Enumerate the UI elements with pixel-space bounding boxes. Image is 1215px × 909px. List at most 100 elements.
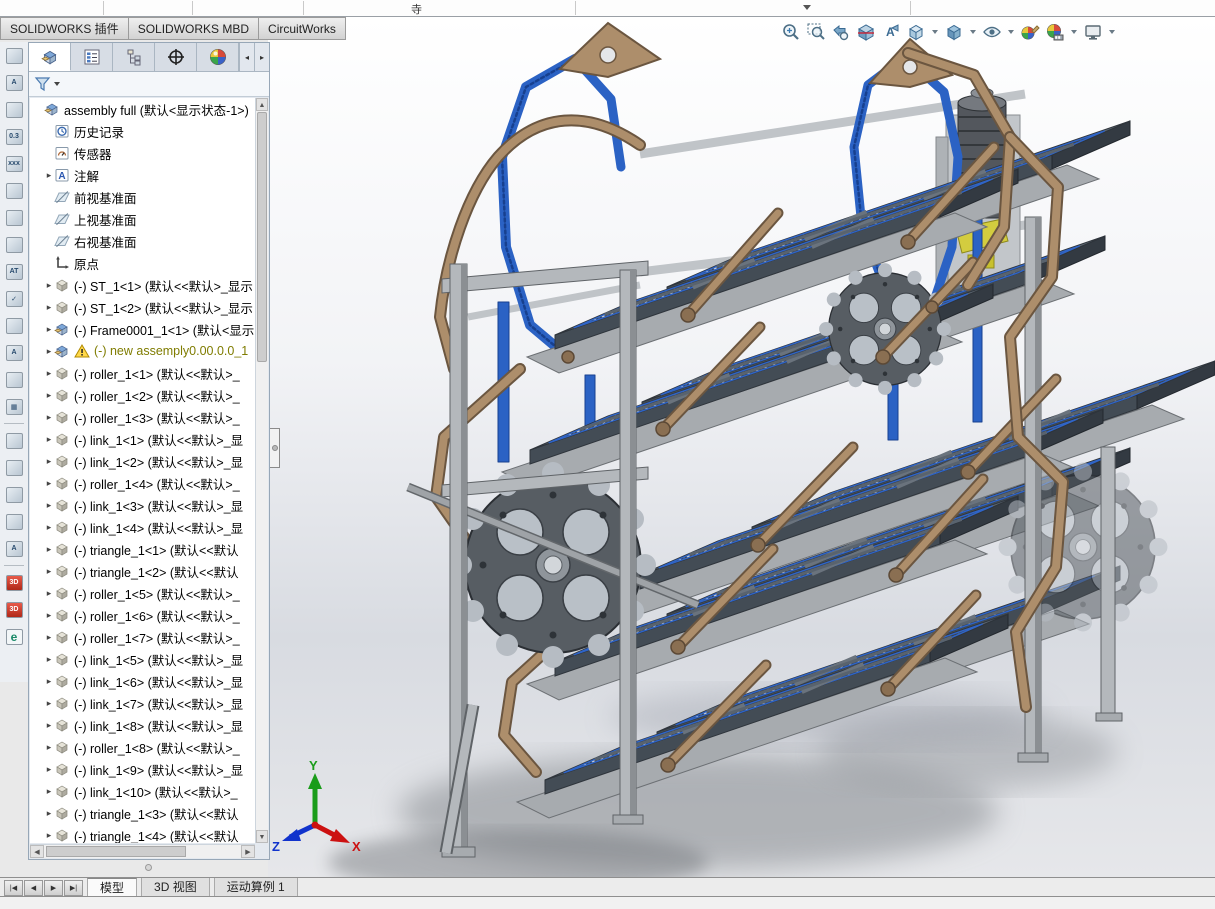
expand-arrow-icon[interactable]: ▸ xyxy=(44,170,54,181)
tolerance-tool-icon[interactable]: 0.3 xyxy=(0,123,28,150)
panel-splitter-handle[interactable] xyxy=(270,428,280,468)
tree-row[interactable]: ▸(-) roller_1<3> (默认<<默认>_ xyxy=(30,406,255,428)
panel-collapse-dot[interactable] xyxy=(145,864,152,871)
propertymanager-tab[interactable] xyxy=(71,43,113,71)
scroll-right-button[interactable]: ▶ xyxy=(241,845,255,858)
tree-row[interactable]: ▸(-) link_1<3> (默认<<默认>_显 xyxy=(30,494,255,516)
tree-row[interactable]: ▸(-) roller_1<5> (默认<<默认>_ xyxy=(30,582,255,604)
view-settings-button[interactable] xyxy=(1082,21,1104,43)
edrawings-publish-tool-icon[interactable]: e xyxy=(0,623,28,650)
view-orientation-caret[interactable] xyxy=(932,30,938,34)
dimxpertmanager-tab[interactable] xyxy=(155,43,197,71)
expand-arrow-icon[interactable]: ▸ xyxy=(44,544,54,555)
callout-tool-icon[interactable]: AT xyxy=(0,258,28,285)
displaymanager-tab[interactable] xyxy=(197,43,239,71)
tree-row[interactable]: ▸(-) link_1<8> (默认<<默认>_显 xyxy=(30,714,255,736)
tree-row[interactable]: ▸(-) ST_1<1> (默认<<默认>_显示 xyxy=(30,274,255,296)
stopwatch-tool-icon[interactable] xyxy=(0,96,28,123)
view-orientation-button[interactable] xyxy=(905,21,927,43)
tree-row[interactable]: ▸(-) roller_1<8> (默认<<默认>_ xyxy=(30,736,255,758)
command-tab-0[interactable]: SOLIDWORKS 插件 xyxy=(0,17,129,40)
tree-row[interactable]: ▸(-) roller_1<4> (默认<<默认>_ xyxy=(30,472,255,494)
tree-row[interactable]: 历史记录 xyxy=(30,120,255,142)
expand-arrow-icon[interactable]: ▸ xyxy=(44,786,54,797)
tree-row[interactable]: ▸(-) link_1<2> (默认<<默认>_显 xyxy=(30,450,255,472)
expand-arrow-icon[interactable]: ▸ xyxy=(44,280,54,291)
tree-row[interactable]: ▸(-) triangle_1<2> (默认<<默认 xyxy=(30,560,255,582)
cube-note-tool-icon[interactable] xyxy=(0,508,28,535)
panel-tab-scroll-right[interactable]: ▸ xyxy=(254,43,269,71)
expand-arrow-icon[interactable]: ▸ xyxy=(44,500,54,511)
document-tab-0[interactable]: 模型 xyxy=(87,878,137,896)
dimension-xxx-tool-icon[interactable]: xxx xyxy=(0,150,28,177)
expand-arrow-icon[interactable]: ▸ xyxy=(44,720,54,731)
expand-arrow-icon[interactable]: ▸ xyxy=(44,742,54,753)
expand-arrow-icon[interactable]: ▸ xyxy=(44,808,54,819)
3d-model-canvas[interactable]: Y X Z xyxy=(268,17,1215,878)
expand-arrow-icon[interactable]: ▸ xyxy=(44,632,54,643)
command-tab-2[interactable]: CircuitWorks xyxy=(259,17,346,40)
tree-row[interactable]: ▸(-) roller_1<2> (默认<<默认>_ xyxy=(30,384,255,406)
command-tab-1[interactable]: SOLIDWORKS MBD xyxy=(129,17,259,40)
scroll-left-button[interactable]: ◀ xyxy=(30,845,44,858)
display-style-button[interactable] xyxy=(943,21,965,43)
vertical-scroll-thumb[interactable] xyxy=(257,112,267,362)
tree-row[interactable]: ▸(-) link_1<1> (默认<<默认>_显 xyxy=(30,428,255,450)
document-tab-2[interactable]: 运动算例 1 xyxy=(214,878,298,896)
expand-arrow-icon[interactable]: ▸ xyxy=(44,434,54,445)
previous-view-button[interactable] xyxy=(830,21,852,43)
publish-3d-pdf-tool-icon[interactable]: 3D xyxy=(0,569,28,596)
tree-row[interactable]: ▸(-) triangle_1<1> (默认<<默认 xyxy=(30,538,255,560)
graphics-viewport[interactable]: Y X Z A xyxy=(268,17,1215,878)
table-tool-icon[interactable]: ▦ xyxy=(0,393,28,420)
view-settings-caret[interactable] xyxy=(1109,30,1115,34)
note-tool-icon[interactable]: A xyxy=(0,69,28,96)
zoom-to-area-button[interactable] xyxy=(805,21,827,43)
tree-vertical-scrollbar[interactable]: ▲ ▼ xyxy=(255,98,268,843)
scroll-down-button[interactable]: ▼ xyxy=(256,830,268,843)
apply-scene-caret[interactable] xyxy=(1071,30,1077,34)
tree-row[interactable]: 上视基准面 xyxy=(30,208,255,230)
expand-arrow-icon[interactable]: ▸ xyxy=(44,412,54,423)
check-tool-icon[interactable]: ✓ xyxy=(0,285,28,312)
capture-view-tool-icon[interactable] xyxy=(0,427,28,454)
edit-appearance-button[interactable] xyxy=(1019,21,1041,43)
tree-row[interactable]: ▸A注解 xyxy=(30,164,255,186)
horizontal-scroll-thumb[interactable] xyxy=(46,846,186,857)
hide-show-items-button[interactable] xyxy=(981,21,1003,43)
expand-arrow-icon[interactable]: ▸ xyxy=(44,522,54,533)
expand-arrow-icon[interactable]: ▸ xyxy=(44,676,54,687)
filter-funnel-icon[interactable] xyxy=(34,75,52,93)
expand-arrow-icon[interactable]: ▸ xyxy=(44,566,54,577)
expand-arrow-icon[interactable]: ▸ xyxy=(44,346,54,357)
edit-annotation-tool-icon[interactable]: A xyxy=(0,535,28,562)
menu-dropdown-caret[interactable] xyxy=(803,5,811,10)
filter-caret-icon[interactable] xyxy=(54,82,60,86)
tree-row[interactable]: ▸(-) triangle_1<4> (默认<<默认 xyxy=(30,824,255,843)
section-view-button[interactable] xyxy=(855,21,877,43)
tree-row[interactable]: ▸(-) link_1<9> (默认<<默认>_显 xyxy=(30,758,255,780)
tree-row[interactable]: ▸(-) Frame0001_1<1> (默认<显示 xyxy=(30,318,255,340)
expand-arrow-icon[interactable]: ▸ xyxy=(44,368,54,379)
mbd-flag-tool-icon[interactable] xyxy=(0,42,28,69)
expand-arrow-icon[interactable]: ▸ xyxy=(44,478,54,489)
zoom-to-fit-button[interactable] xyxy=(780,21,802,43)
expand-arrow-icon[interactable]: ▸ xyxy=(44,390,54,401)
expand-arrow-icon[interactable]: ▸ xyxy=(44,654,54,665)
expand-arrow-icon[interactable]: ▸ xyxy=(44,324,54,335)
tree-horizontal-scrollbar[interactable]: ◀ ▶ xyxy=(30,844,255,858)
tree-row[interactable]: ▸(-) link_1<7> (默认<<默认>_显 xyxy=(30,692,255,714)
expand-arrow-icon[interactable]: ▸ xyxy=(44,588,54,599)
tree-row[interactable]: 传感器 xyxy=(30,142,255,164)
configurationmanager-tab[interactable] xyxy=(113,43,155,71)
tree-row[interactable]: 原点 xyxy=(30,252,255,274)
dynamic-annotation-views-button[interactable]: A xyxy=(880,21,902,43)
scroll-up-button[interactable]: ▲ xyxy=(256,98,268,111)
tree-row[interactable]: ▸(-) link_1<6> (默认<<默认>_显 xyxy=(30,670,255,692)
panel-tab-scroll-left[interactable]: ◂ xyxy=(239,43,254,71)
people-capture-tool-icon[interactable] xyxy=(0,177,28,204)
expand-arrow-icon[interactable]: ▸ xyxy=(44,764,54,775)
display-style-caret[interactable] xyxy=(970,30,976,34)
big-a-annotation-tool-icon[interactable]: A xyxy=(0,339,28,366)
previous-tab-button[interactable]: ◀ xyxy=(24,880,43,896)
